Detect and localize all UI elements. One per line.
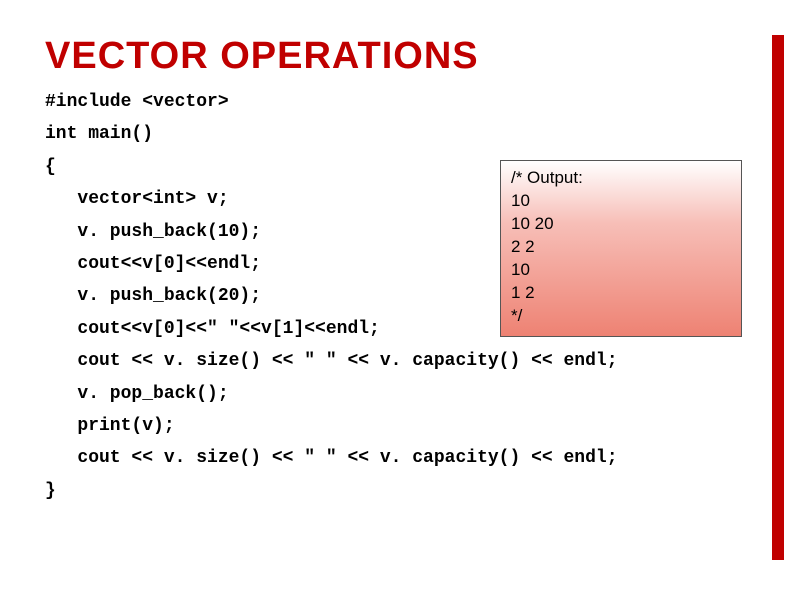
output-line: 1 2 — [511, 282, 731, 305]
code-line: print(v); — [45, 410, 749, 442]
output-line: 10 — [511, 190, 731, 213]
output-line: /* Output: — [511, 167, 731, 190]
output-line: 2 2 — [511, 236, 731, 259]
output-line: 10 20 — [511, 213, 731, 236]
output-line: 10 — [511, 259, 731, 282]
code-line: #include <vector> — [45, 86, 749, 118]
code-line: cout << v. size() << " " << v. capacity(… — [45, 442, 749, 474]
slide-title: VECTOR OPERATIONS — [45, 35, 749, 78]
code-line: cout << v. size() << " " << v. capacity(… — [45, 345, 749, 377]
output-line: */ — [511, 305, 731, 328]
code-line: v. pop_back(); — [45, 378, 749, 410]
output-box: /* Output: 10 10 20 2 2 10 1 2 */ — [500, 160, 742, 337]
code-line: int main() — [45, 118, 749, 150]
code-line: } — [45, 475, 749, 507]
accent-bar — [772, 35, 784, 560]
